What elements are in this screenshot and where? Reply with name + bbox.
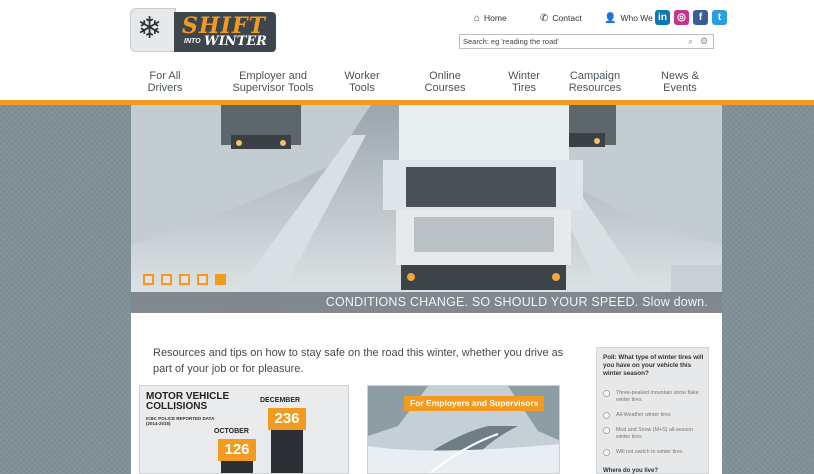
search-box: ⌕ ⚙ bbox=[459, 34, 714, 49]
nav-label-2: Drivers bbox=[147, 82, 183, 94]
logo-wordmark: SHIFT INTO WINTER bbox=[174, 12, 276, 52]
home-icon: ⌂ bbox=[474, 13, 481, 24]
nav-label-2: Courses bbox=[424, 82, 466, 94]
twitter-icon[interactable]: t bbox=[712, 10, 727, 25]
logo-winter-text: WINTER bbox=[204, 34, 267, 49]
nav-label-1: Campaign bbox=[569, 70, 621, 82]
nav-label-1: News & bbox=[661, 70, 699, 82]
slider-dot-4[interactable] bbox=[197, 274, 208, 285]
collisions-source: ICBC POLICE REPORTED DATA (2014-2015) bbox=[146, 416, 215, 426]
linkedin-icon[interactable]: in bbox=[655, 10, 670, 25]
search-input[interactable] bbox=[463, 36, 683, 47]
home-link[interactable]: ⌂ Home bbox=[474, 13, 507, 24]
poll-option-label: All-Weather winter tires bbox=[616, 412, 671, 418]
radio-button[interactable] bbox=[603, 427, 610, 434]
poll-widget: Poll: What type of winter tires will you… bbox=[596, 347, 709, 474]
main-content: Resources and tips on how to stay safe o… bbox=[131, 313, 722, 474]
nav-item-worker-tools[interactable]: Worker Tools bbox=[337, 70, 387, 94]
nav-item-employer-tools[interactable]: Employer and Supervisor Tools bbox=[223, 70, 323, 94]
facebook-icon[interactable]: f bbox=[693, 10, 708, 25]
person-icon: 👤 bbox=[604, 13, 617, 24]
october-value: 126 bbox=[218, 439, 256, 461]
snowflake-icon: ❄ bbox=[130, 8, 176, 52]
intro-text: Resources and tips on how to stay safe o… bbox=[153, 347, 564, 375]
employers-badge: For Employers and Supervisors bbox=[404, 396, 545, 411]
search-icon[interactable]: ⌕ bbox=[688, 35, 693, 48]
nav-item-winter-tires[interactable]: Winter Tires bbox=[499, 70, 549, 94]
nav-label-1: Winter bbox=[508, 70, 540, 82]
month-label-october: OCTOBER bbox=[214, 428, 249, 435]
poll-question-2: Where do you live? bbox=[603, 468, 659, 474]
logo-into-text: INTO bbox=[184, 38, 201, 45]
collisions-card[interactable]: MOTOR VEHICLE COLLISIONS ICBC POLICE REP… bbox=[139, 385, 349, 474]
nav-label-1: Worker bbox=[344, 70, 380, 82]
nav-label-2: Events bbox=[663, 82, 697, 94]
nav-label-2: Tires bbox=[511, 82, 537, 94]
phone-icon: ✆ bbox=[540, 13, 549, 24]
slider-dot-1[interactable] bbox=[143, 274, 154, 285]
poll-option-label: Three-peaked mountain snow flake winter … bbox=[616, 390, 699, 403]
slider-dot-5[interactable] bbox=[215, 274, 226, 285]
nav-label-1: Online bbox=[429, 70, 461, 82]
main-nav: For All Drivers Employer and Supervisor To… bbox=[135, 70, 725, 98]
radio-button[interactable] bbox=[603, 412, 610, 419]
hero-slider[interactable]: CONDITIONS CHANGE. SO SHOULD YOUR SPEED.… bbox=[131, 105, 722, 313]
radio-button[interactable] bbox=[603, 390, 610, 397]
poll-question: Poll: What type of winter tires will you… bbox=[603, 354, 704, 377]
gear-icon[interactable]: ⚙ bbox=[700, 35, 708, 48]
nav-label-1: For All bbox=[149, 70, 181, 82]
slider-dot-3[interactable] bbox=[179, 274, 190, 285]
nav-label-2: Resources bbox=[568, 82, 622, 94]
nav-item-online-courses[interactable]: Online Courses bbox=[415, 70, 475, 94]
collisions-title: MOTOR VEHICLE COLLISIONS bbox=[146, 391, 230, 412]
december-bar bbox=[271, 430, 303, 473]
home-link-label: Home bbox=[484, 13, 507, 23]
poll-option-label: Will not switch to winter tires bbox=[616, 449, 683, 455]
contact-link[interactable]: ✆ Contact bbox=[540, 13, 582, 24]
poll-option-label: Mud and Snow (M+S) all-season winter tir… bbox=[616, 427, 693, 440]
radio-button[interactable] bbox=[603, 449, 610, 456]
nav-item-news-events[interactable]: News & Events bbox=[650, 70, 710, 94]
december-value: 236 bbox=[268, 408, 306, 430]
instagram-icon[interactable]: ◎ bbox=[674, 10, 689, 25]
nav-label-2: Tools bbox=[349, 82, 375, 94]
employers-card[interactable]: For Employers and Supervisors bbox=[367, 385, 560, 474]
site-logo[interactable]: ❄ SHIFT INTO WINTER bbox=[130, 8, 280, 52]
hero-caption: CONDITIONS CHANGE. SO SHOULD YOUR SPEED.… bbox=[131, 292, 722, 313]
october-bar bbox=[221, 461, 253, 473]
nav-label-2: Supervisor Tools bbox=[232, 82, 314, 94]
nav-item-campaign-resources[interactable]: Campaign Resources bbox=[560, 70, 630, 94]
contact-link-label: Contact bbox=[552, 13, 582, 23]
slider-dot-2[interactable] bbox=[161, 274, 172, 285]
nav-item-for-all-drivers[interactable]: For All Drivers bbox=[135, 70, 195, 94]
nav-label-1: Employer and bbox=[239, 70, 307, 82]
header: ❄ SHIFT INTO WINTER ⌂ Home ✆ Contact 👤 Who … bbox=[0, 0, 814, 100]
month-label-december: DECEMBER bbox=[260, 397, 301, 404]
